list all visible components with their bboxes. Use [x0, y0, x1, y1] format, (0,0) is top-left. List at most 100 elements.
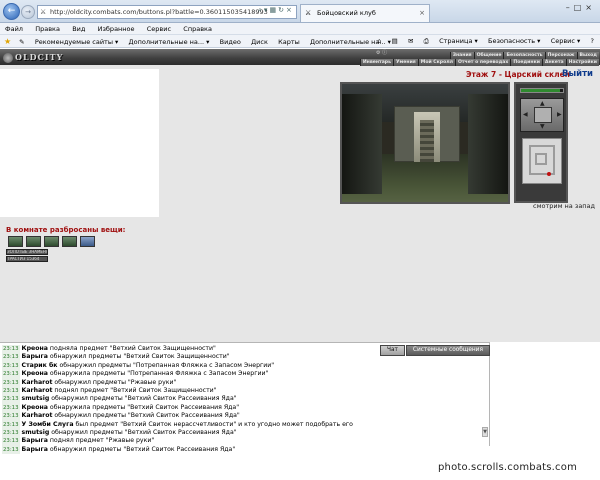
minimap [522, 138, 562, 184]
fav-recommended[interactable]: Рекомендуемые сайты ▾ [31, 36, 122, 49]
chat-tabs: Чат Системные сообщения [380, 345, 491, 356]
chat-time[interactable]: 23:13 [2, 386, 20, 396]
nav-transfer-report[interactable]: Отчет о переводах [454, 59, 511, 66]
fav-video[interactable]: Видео [216, 36, 245, 49]
mail-icon[interactable]: ✉ [404, 35, 417, 48]
chat-time[interactable]: 23:13 [2, 361, 20, 371]
nav-settings[interactable]: Настройки [565, 59, 599, 66]
add-favorite-icon[interactable]: ✎ [15, 36, 28, 49]
maximize-icon[interactable]: □ [574, 3, 586, 12]
turn-right-icon[interactable]: ▶ [557, 111, 562, 118]
close-window-icon[interactable]: × [585, 3, 596, 12]
home-icon[interactable]: ⌂ [373, 35, 385, 48]
emblem-icon [3, 53, 13, 63]
help-button[interactable]: ? [587, 35, 598, 48]
chat-time[interactable]: 23:13 [2, 437, 20, 446]
browser-tab[interactable]: ⚔ Бойцовский клуб × [300, 4, 430, 22]
flask-item-icon[interactable] [80, 236, 95, 247]
chat-author[interactable]: У Зомби Слуга [22, 421, 74, 428]
stop-icon[interactable]: × [286, 6, 294, 14]
compat-icon[interactable]: ▦ [269, 6, 278, 14]
back-arrow-icon[interactable]: ← [3, 3, 20, 20]
chat-time[interactable]: 23:13 [2, 345, 20, 354]
fav-addons-1[interactable]: Дополнительные на... ▾ [125, 36, 214, 49]
scroll-item-icon[interactable] [26, 236, 41, 247]
chat-time[interactable]: 23:13 [2, 395, 20, 404]
menu-file[interactable]: Файл [0, 23, 28, 35]
menu-view[interactable]: Вид [67, 23, 90, 35]
refresh-view-icon[interactable] [534, 107, 552, 123]
print-icon[interactable]: ⎙ [420, 35, 433, 48]
logo-text: OLDCITY [15, 52, 64, 62]
chat-time[interactable]: 23:13 [2, 428, 20, 438]
items-heading: В комнате разбросаны вещи: [6, 226, 126, 234]
chat-time[interactable]: 23:13 [2, 412, 20, 421]
menu-bar: Файл Правка Вид Избранное Сервис Справка [0, 23, 600, 35]
chat-time[interactable]: 23:13 [2, 353, 20, 362]
look-direction: смотрим на запад [533, 202, 596, 210]
minimize-icon[interactable]: – [566, 3, 574, 12]
chat-time[interactable]: 23:13 [2, 445, 20, 455]
game-navigation: Знания Общение Безопасность Персонаж Выход И… [351, 50, 599, 66]
feeds-icon[interactable]: ▤ [388, 35, 402, 48]
fav-maps[interactable]: Карты [274, 36, 304, 49]
forward-arrow-icon[interactable]: → [21, 5, 35, 19]
scroll-item-icon[interactable] [62, 236, 77, 247]
chat-time[interactable]: 23:13 [2, 420, 20, 429]
chat-line: 23:13 Креона обнаружила предметы "Потрепа… [2, 370, 480, 379]
chat-line: 23:13 smutsig обнаружил предметы "Ветхий … [2, 428, 480, 438]
exit-link[interactable]: Выйти [562, 69, 593, 79]
command-bar: ⌂ ▤ ✉ ⎙ Страница ▾ Безопасность ▾ Сервис… [373, 35, 598, 48]
tab-chat[interactable]: Чат [380, 345, 405, 356]
chat-text: поднял предмет "Ветхий Свиток Защищеннос… [54, 386, 217, 394]
security-menu[interactable]: Безопасность ▾ [484, 35, 544, 48]
page-menu[interactable]: Страница ▾ [435, 35, 482, 48]
refresh-icon[interactable]: ↻ [278, 6, 286, 14]
chat-author[interactable]: Барыга [22, 437, 48, 444]
menu-favorites[interactable]: Избранное [93, 23, 140, 35]
chat-author[interactable]: Старик бк [22, 362, 58, 369]
chat-time[interactable]: 23:13 [2, 378, 20, 387]
watermark: photo.scrolls.combats.com [438, 462, 578, 473]
chat-author[interactable]: Креона [22, 345, 48, 352]
chat-author[interactable]: Karharot [22, 379, 53, 386]
chat-author[interactable]: smutsig [22, 429, 50, 436]
favorites-star-icon[interactable]: ★ [0, 35, 15, 48]
scroll-item-icon[interactable] [44, 236, 59, 247]
scroll-item-icon[interactable] [8, 236, 23, 247]
nav-skills[interactable]: Умения [392, 59, 418, 66]
nav-my-scroll[interactable]: Мой Скролл [417, 59, 455, 66]
chat-author[interactable]: Барыга [22, 353, 48, 360]
service-menu[interactable]: Сервис ▾ [547, 35, 585, 48]
close-icon[interactable]: × [419, 5, 425, 21]
tab-favicon-icon: ⚔ [305, 9, 312, 17]
badge-banner[interactable]: ЗОЛОТЫЕ ЗНАМЕНА [6, 249, 48, 255]
chat-log: 23:13 Креона подняла предмет "Ветхий Свит… [2, 345, 480, 455]
menu-help[interactable]: Справка [178, 23, 217, 35]
dungeon-view[interactable] [340, 82, 510, 204]
chat-author[interactable]: Karharot [22, 412, 53, 419]
minimap-footer [516, 186, 566, 200]
chat-panel: 23:13 Креона подняла предмет "Ветхий Свит… [0, 342, 491, 455]
menu-tools[interactable]: Сервис [142, 23, 176, 35]
chat-author[interactable]: Креона [22, 370, 48, 377]
tab-system-messages[interactable]: Системные сообщения [405, 345, 490, 356]
nav-profile[interactable]: Анкета [541, 59, 566, 66]
chat-time[interactable]: 23:13 [2, 403, 20, 413]
chat-author[interactable]: smutsig [22, 395, 50, 402]
move-forward-icon[interactable]: ▲ [540, 100, 545, 107]
turn-left-icon[interactable]: ◀ [523, 111, 528, 118]
fav-disk[interactable]: Диск [247, 36, 272, 49]
chat-author[interactable]: Креона [22, 404, 48, 411]
chat-time[interactable]: 23:13 [2, 370, 20, 379]
move-back-icon[interactable]: ▼ [540, 123, 545, 130]
chat-author[interactable]: Барыга [22, 446, 48, 453]
menu-edit[interactable]: Правка [30, 23, 65, 35]
chat-author[interactable]: Karharot [22, 387, 53, 394]
chat-line: 23:13 Karharot обнаружил предметы "Ржавые… [2, 378, 480, 387]
info-panel [0, 69, 159, 217]
badge-trust[interactable]: ТРАСТИЗ 15364 [6, 256, 48, 262]
nav-fights[interactable]: Поединки [510, 59, 542, 66]
chat-scroll-down-icon[interactable]: ▼ [482, 427, 488, 437]
nav-inventory[interactable]: Инвентарь [359, 59, 393, 66]
